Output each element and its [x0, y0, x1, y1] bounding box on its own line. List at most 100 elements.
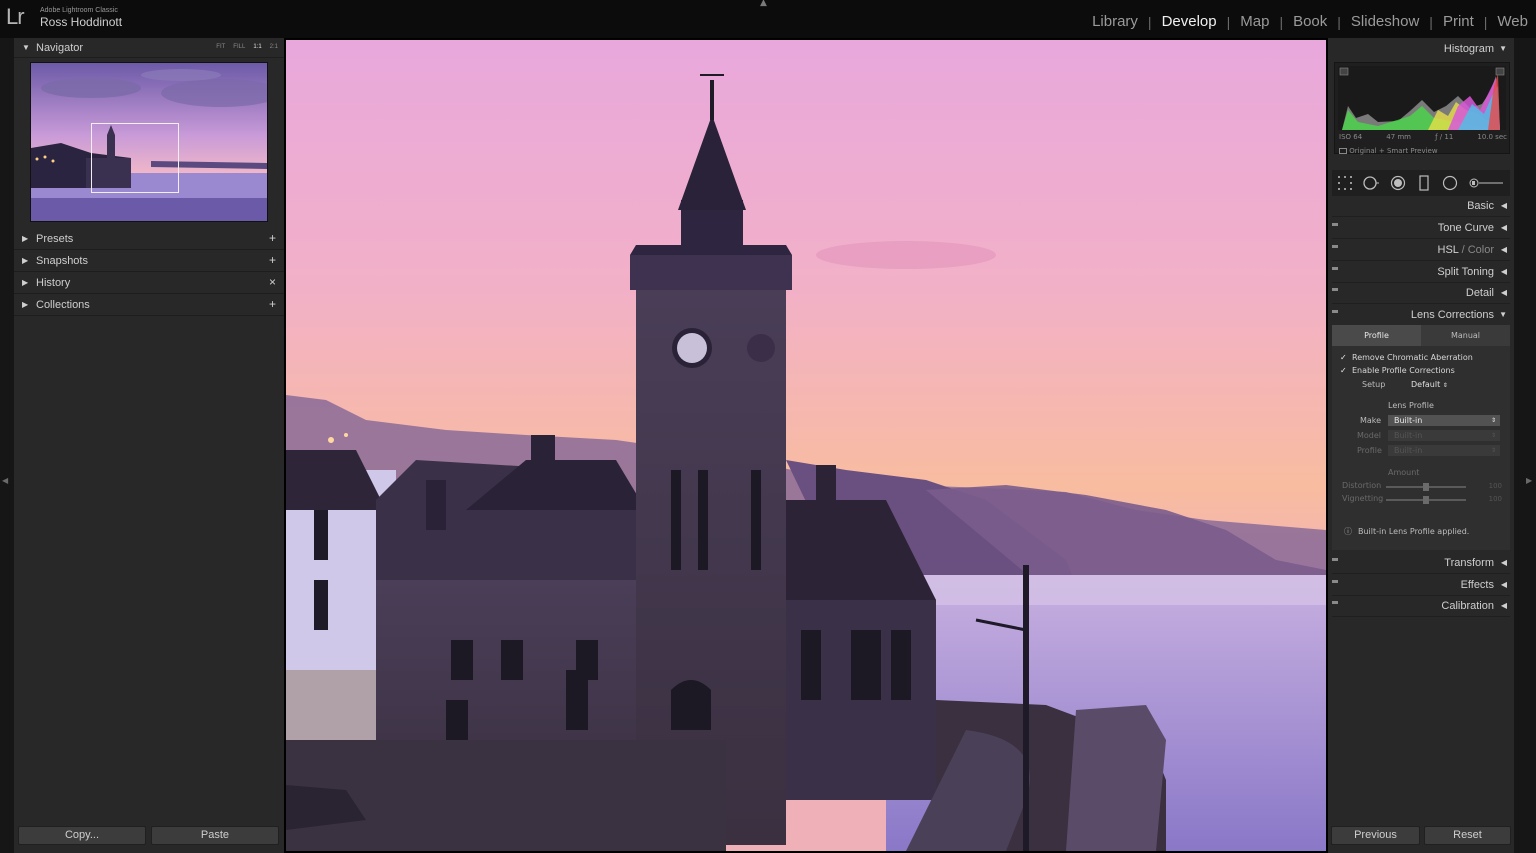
previous-button[interactable]: Previous	[1331, 826, 1420, 845]
histogram[interactable]: ISO 64 47 mm ƒ / 11 10.0 sec Original + …	[1334, 62, 1510, 155]
collapsed-triangle-icon: ◀	[1500, 201, 1507, 210]
tone-curve-panel-header[interactable]: Tone Curve ◀	[1332, 217, 1510, 239]
panel-switch-icon[interactable]	[1332, 267, 1338, 270]
navigator-header[interactable]: ▼ Navigator FIT FILL 1:1 2:1	[14, 38, 284, 58]
tab-profile[interactable]: Profile	[1332, 325, 1421, 346]
navigator-preview[interactable]	[30, 62, 268, 222]
effects-panel-header[interactable]: Effects ◀	[1332, 574, 1510, 596]
transform-label: Transform	[1444, 557, 1494, 569]
reset-button[interactable]: Reset	[1424, 826, 1511, 845]
module-map[interactable]: Map	[1240, 13, 1269, 30]
profile-value: Built-in	[1394, 446, 1423, 455]
enable-profile-corrections-checkbox[interactable]: ✓ Enable Profile Corrections	[1340, 366, 1455, 375]
profile-dropdown[interactable]: Built-in ⇕	[1388, 445, 1500, 456]
detail-panel-header[interactable]: Detail ◀	[1332, 282, 1510, 304]
red-eye-correction-icon[interactable]	[1390, 175, 1406, 191]
enable-profile-label: Enable Profile Corrections	[1352, 366, 1455, 375]
module-book[interactable]: Book	[1293, 13, 1327, 30]
collapse-top-panel-icon[interactable]: ▲	[760, 0, 767, 8]
panel-switch-icon[interactable]	[1332, 310, 1338, 313]
collapsed-triangle-icon: ◀	[1500, 267, 1507, 276]
lens-corrections-label: Lens Corrections	[1410, 309, 1494, 321]
crop-overlay-icon[interactable]	[1337, 175, 1353, 191]
right-panel: Histogram ▼ ISO 64 47 mm ƒ / 11 10.0 sec…	[1328, 38, 1514, 853]
collections-header[interactable]: ▶ Collections +	[14, 295, 284, 316]
calibration-panel-header[interactable]: Calibration ◀	[1332, 595, 1510, 617]
setup-dropdown[interactable]: Default ⇕	[1411, 380, 1448, 389]
detail-label: Detail	[1465, 287, 1494, 299]
panel-switch-icon[interactable]	[1332, 288, 1338, 291]
histogram-title: Histogram	[1443, 43, 1494, 55]
history-header[interactable]: ▶ History ×	[14, 273, 284, 294]
module-separator: |	[1429, 13, 1433, 30]
copy-settings-button[interactable]: Copy...	[18, 826, 146, 845]
split-toning-panel-header[interactable]: Split Toning ◀	[1332, 261, 1510, 283]
add-preset-icon[interactable]: +	[269, 231, 276, 245]
zoom-fill[interactable]: FILL	[233, 44, 245, 50]
hsl-tab-label[interactable]: HSL	[1438, 244, 1459, 256]
add-collection-icon[interactable]: +	[269, 297, 276, 311]
distortion-value[interactable]: 100	[1489, 482, 1502, 490]
collapsed-triangle-icon: ◀	[1500, 601, 1507, 610]
collapse-left-panel-icon[interactable]: ◀	[2, 476, 8, 485]
collapsed-triangle-icon: ◀	[1500, 580, 1507, 589]
module-separator: |	[1279, 13, 1284, 30]
clear-history-icon[interactable]: ×	[269, 275, 276, 289]
panel-switch-icon[interactable]	[1332, 558, 1338, 561]
expanded-triangle-icon: ▼	[1499, 310, 1507, 319]
paste-settings-button[interactable]: Paste	[151, 826, 279, 845]
model-dropdown[interactable]: Built-in ⇕	[1388, 430, 1500, 441]
collapsed-triangle-icon: ◀	[1500, 558, 1507, 567]
zoom-2-1[interactable]: 2:1	[270, 44, 278, 50]
module-slideshow[interactable]: Slideshow	[1351, 13, 1419, 30]
add-snapshot-icon[interactable]: +	[269, 253, 276, 267]
distortion-slider[interactable]	[1386, 483, 1466, 491]
transform-panel-header[interactable]: Transform ◀	[1332, 552, 1510, 574]
slider-knob[interactable]	[1423, 496, 1429, 504]
module-separator: |	[1147, 13, 1152, 30]
lens-corrections-panel-header[interactable]: Lens Corrections ▼	[1332, 304, 1510, 326]
panel-switch-icon[interactable]	[1332, 580, 1338, 583]
hsl-color-panel-header[interactable]: HSL / Color ◀	[1332, 239, 1510, 261]
adjustment-brush-icon[interactable]	[1469, 175, 1505, 191]
zoom-fit[interactable]: FIT	[216, 44, 225, 50]
panel-switch-icon[interactable]	[1332, 601, 1338, 604]
histogram-header[interactable]: Histogram ▼	[1332, 38, 1510, 60]
radial-filter-icon[interactable]	[1442, 175, 1458, 191]
right-panel-edge[interactable]: ▶	[1514, 38, 1536, 853]
smart-preview-status[interactable]: Original + Smart Preview	[1339, 147, 1438, 155]
module-develop[interactable]: Develop	[1162, 13, 1217, 30]
module-web[interactable]: Web	[1497, 13, 1528, 30]
module-library[interactable]: Library	[1092, 13, 1138, 30]
color-tab-label[interactable]: Color	[1468, 244, 1494, 256]
presets-label: Presets	[36, 233, 74, 245]
collapsed-triangle-icon: ▶	[22, 278, 29, 287]
expanded-triangle-icon: ▼	[22, 43, 30, 52]
panel-switch-icon[interactable]	[1332, 223, 1338, 226]
navigator-zoom-options: FIT FILL 1:1 2:1	[216, 44, 278, 50]
basic-panel-header[interactable]: Basic ◀	[1332, 195, 1510, 217]
setup-value: Default	[1411, 380, 1441, 389]
navigator-zoom-rectangle[interactable]	[91, 123, 179, 193]
spot-removal-icon[interactable]	[1363, 175, 1380, 191]
zoom-1-1[interactable]: 1:1	[253, 44, 261, 50]
panel-switch-icon[interactable]	[1332, 245, 1338, 248]
identity-plate[interactable]: Ross Hoddinott	[40, 15, 122, 29]
module-print[interactable]: Print	[1443, 13, 1474, 30]
snapshots-header[interactable]: ▶ Snapshots +	[14, 251, 284, 272]
vignetting-slider[interactable]	[1386, 496, 1466, 504]
module-separator: |	[1337, 13, 1341, 30]
dropdown-arrow-icon: ⇕	[1442, 382, 1448, 389]
split-toning-label: Split Toning	[1437, 266, 1494, 278]
collapse-right-panel-icon[interactable]: ▶	[1526, 476, 1532, 485]
remove-chromatic-aberration-checkbox[interactable]: ✓ Remove Chromatic Aberration	[1340, 353, 1473, 362]
presets-header[interactable]: ▶ Presets +	[14, 229, 284, 250]
make-dropdown[interactable]: Built-in ⇕	[1388, 415, 1500, 426]
graduated-filter-icon[interactable]	[1416, 175, 1432, 191]
left-panel-edge[interactable]: ◀	[0, 38, 14, 853]
lens-corrections-tabs: Profile Manual	[1332, 325, 1510, 346]
slider-knob[interactable]	[1423, 483, 1429, 491]
vignetting-value[interactable]: 100	[1489, 495, 1502, 503]
main-photo-view[interactable]	[286, 40, 1326, 851]
tab-manual[interactable]: Manual	[1421, 325, 1510, 346]
